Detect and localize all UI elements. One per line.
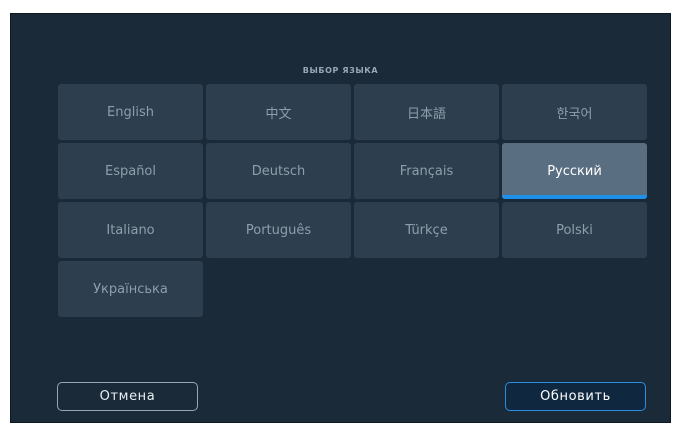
language-option-ukrainian[interactable]: Українська: [58, 261, 203, 317]
language-dialog: ВЫБОР ЯЗЫКА English 中文 日本語 한국어 Español D…: [11, 14, 670, 422]
cancel-button[interactable]: Отмена: [57, 382, 198, 411]
language-option-korean[interactable]: 한국어: [502, 84, 647, 140]
language-grid: English 中文 日本語 한국어 Español Deutsch Franç…: [58, 84, 647, 317]
language-option-russian[interactable]: Русский: [502, 143, 647, 199]
language-option-chinese[interactable]: 中文: [206, 84, 351, 140]
language-option-japanese[interactable]: 日本語: [354, 84, 499, 140]
language-option-german[interactable]: Deutsch: [206, 143, 351, 199]
language-option-english[interactable]: English: [58, 84, 203, 140]
language-option-polish[interactable]: Polski: [502, 202, 647, 258]
language-option-turkish[interactable]: Türkçe: [354, 202, 499, 258]
dialog-title: ВЫБОР ЯЗЫКА: [302, 66, 379, 75]
update-button[interactable]: Обновить: [505, 382, 646, 411]
language-option-french[interactable]: Français: [354, 143, 499, 199]
language-option-portuguese[interactable]: Português: [206, 202, 351, 258]
language-option-italian[interactable]: Italiano: [58, 202, 203, 258]
language-option-spanish[interactable]: Español: [58, 143, 203, 199]
